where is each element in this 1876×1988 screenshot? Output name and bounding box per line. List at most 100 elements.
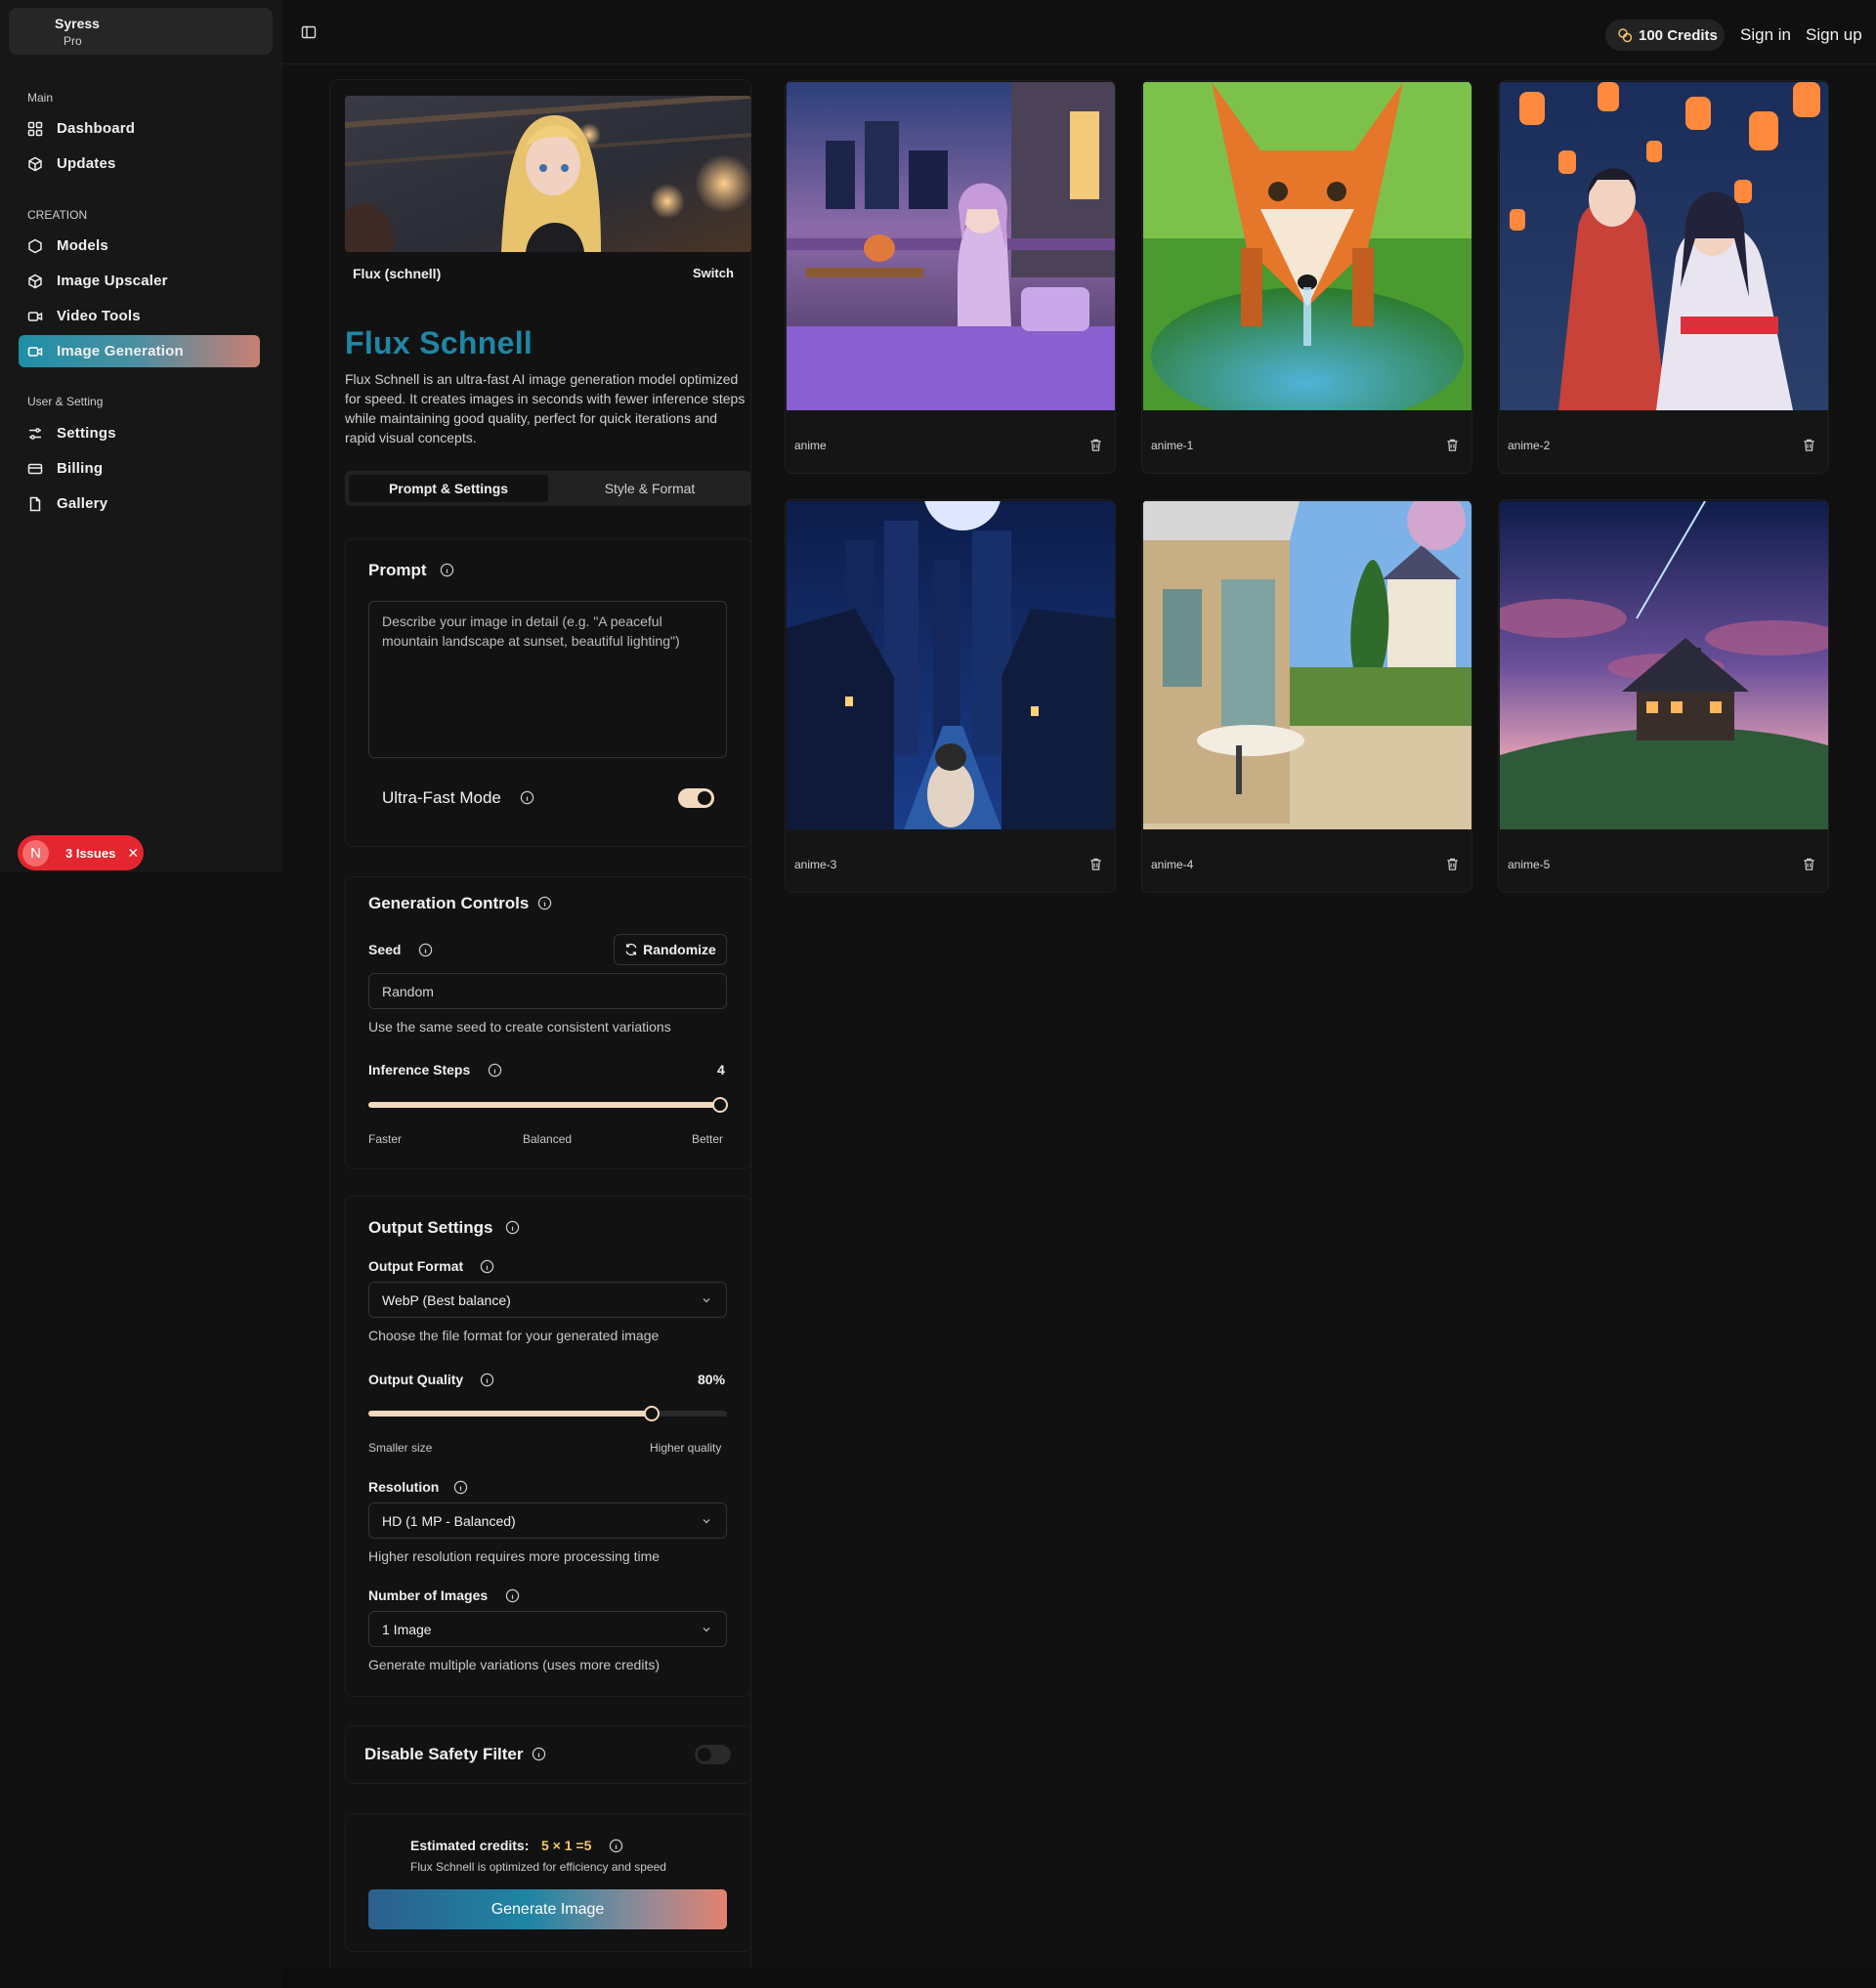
gallery-card[interactable]: anime-3: [785, 499, 1116, 893]
trash-icon[interactable]: [1088, 857, 1103, 871]
settings-tabs: Prompt & Settings Style & Format: [345, 471, 751, 506]
sidebar-item-image-generation[interactable]: Image Generation: [19, 335, 260, 367]
workspace-switcher[interactable]: Syress Pro: [9, 8, 273, 55]
nav-section-main: Main: [27, 91, 54, 105]
sidebar-item-gallery[interactable]: Gallery: [19, 487, 260, 520]
trash-icon[interactable]: [1088, 438, 1103, 452]
quality-mark-left: Smaller size: [368, 1441, 433, 1455]
slider-thumb[interactable]: [644, 1406, 660, 1421]
info-icon[interactable]: [418, 943, 433, 957]
info-icon[interactable]: [520, 790, 534, 805]
sidebar-item-models[interactable]: Models: [19, 230, 260, 262]
resolution-select[interactable]: HD (1 MP - Balanced): [368, 1502, 727, 1539]
gallery-item-name: anime-5: [1508, 858, 1551, 871]
info-icon[interactable]: [453, 1480, 468, 1495]
info-icon[interactable]: [488, 1063, 502, 1078]
info-icon[interactable]: [505, 1588, 520, 1603]
trash-icon[interactable]: [1445, 438, 1460, 452]
sign-up-link[interactable]: Sign up: [1806, 25, 1862, 45]
prompt-input[interactable]: Describe your image in detail (e.g. "A p…: [368, 601, 727, 758]
tab-prompt-settings[interactable]: Prompt & Settings: [349, 475, 548, 502]
output-quality-slider[interactable]: [368, 1406, 727, 1421]
gallery-item-name: anime-4: [1151, 858, 1194, 871]
estimated-credits-note: Flux Schnell is optimized for efficiency…: [410, 1860, 666, 1874]
model-preview-image: [345, 96, 751, 252]
model-title: Flux Schnell: [345, 325, 533, 360]
slider-fill: [368, 1411, 652, 1417]
inference-steps-slider[interactable]: [368, 1097, 728, 1113]
info-icon[interactable]: [505, 1220, 520, 1235]
sidebar-item-dashboard[interactable]: Dashboard: [19, 112, 260, 145]
issues-badge[interactable]: N 3 Issues ✕: [18, 835, 144, 870]
info-icon[interactable]: [532, 1747, 546, 1761]
issues-avatar: N: [22, 839, 49, 867]
output-format-hint: Choose the file format for your generate…: [368, 1328, 660, 1343]
brand-plan: Pro: [64, 34, 82, 48]
gallery-item-name: anime-3: [794, 858, 837, 871]
sidebar-toggle-icon[interactable]: [301, 24, 320, 44]
header-divider: [282, 63, 1876, 64]
sidebar-item-label: Billing: [57, 460, 104, 477]
gallery-item-name: anime-1: [1151, 439, 1194, 452]
slider-thumb[interactable]: [712, 1097, 728, 1113]
sidebar-item-video-tools[interactable]: Video Tools: [19, 300, 260, 332]
footer-strip: [282, 1968, 1876, 1988]
switch-model-button[interactable]: Switch: [693, 266, 734, 280]
quality-mark-right: Higher quality: [650, 1441, 722, 1455]
ultra-fast-toggle[interactable]: [678, 788, 714, 808]
output-format-value: WebP (Best balance): [382, 1291, 511, 1308]
gallery-card[interactable]: anime: [785, 80, 1116, 474]
sidebar-item-updates[interactable]: Updates: [19, 148, 260, 180]
nav-section-creation: CREATION: [27, 208, 88, 222]
model-description: Flux Schnell is an ultra-fast AI image g…: [345, 371, 746, 445]
info-icon[interactable]: [537, 896, 552, 910]
info-icon[interactable]: [609, 1839, 623, 1853]
number-of-images-select[interactable]: 1 Image: [368, 1611, 727, 1647]
ultra-fast-label: Ultra-Fast Mode: [382, 788, 501, 807]
randomize-button[interactable]: Randomize: [614, 934, 727, 965]
chevron-down-icon: [701, 1294, 712, 1306]
nav-section-user-setting: User & Setting: [27, 395, 104, 408]
safety-filter-toggle[interactable]: [695, 1745, 731, 1764]
box-icon: [26, 273, 44, 290]
file-icon: [26, 495, 44, 513]
sign-in-link[interactable]: Sign in: [1740, 25, 1791, 45]
gallery-image: [787, 501, 1115, 829]
trash-icon[interactable]: [1445, 857, 1460, 871]
output-quality-value: 80%: [698, 1372, 726, 1387]
number-of-images-label: Number of Images: [368, 1587, 489, 1603]
trash-icon[interactable]: [1802, 438, 1816, 452]
sidebar-item-image-upscaler[interactable]: Image Upscaler: [19, 265, 260, 297]
generate-image-button[interactable]: Generate Image: [368, 1889, 727, 1929]
chevron-down-icon: [701, 1624, 712, 1635]
sidebar-item-settings[interactable]: Settings: [19, 417, 260, 449]
sidebar-item-label: Settings: [57, 425, 116, 442]
gallery-card[interactable]: anime-1: [1141, 80, 1472, 474]
sidebar-item-billing[interactable]: Billing: [19, 452, 260, 485]
randomize-label: Randomize: [643, 942, 716, 957]
chevron-down-icon: [701, 1515, 712, 1527]
grid-icon: [26, 120, 44, 138]
sidebar-item-label: Dashboard: [57, 120, 136, 137]
tab-style-format[interactable]: Style & Format: [552, 475, 747, 502]
info-icon[interactable]: [480, 1259, 494, 1274]
output-format-label: Output Format: [368, 1258, 464, 1274]
sidebar-item-label: Models: [57, 237, 108, 254]
trash-icon[interactable]: [1802, 857, 1816, 871]
close-icon[interactable]: ✕: [127, 845, 139, 862]
gallery-card[interactable]: anime-4: [1141, 499, 1472, 893]
gallery-card[interactable]: anime-2: [1498, 80, 1829, 474]
gallery-image: [1500, 82, 1828, 410]
generate-card: [345, 1813, 751, 1952]
generation-controls-title: Generation Controls: [368, 894, 530, 912]
estimated-credits-label: Estimated credits:: [410, 1838, 530, 1853]
number-of-images-value: 1 Image: [382, 1621, 432, 1637]
info-icon[interactable]: [480, 1373, 494, 1387]
sidebar-item-label: Gallery: [57, 495, 108, 512]
gallery-card[interactable]: anime-5: [1498, 499, 1829, 893]
output-format-select[interactable]: WebP (Best balance): [368, 1282, 727, 1318]
credits-badge[interactable]: 100 Credits: [1605, 20, 1725, 51]
sliders-icon: [26, 425, 44, 443]
info-icon[interactable]: [440, 563, 454, 577]
seed-input[interactable]: Random: [368, 973, 727, 1009]
